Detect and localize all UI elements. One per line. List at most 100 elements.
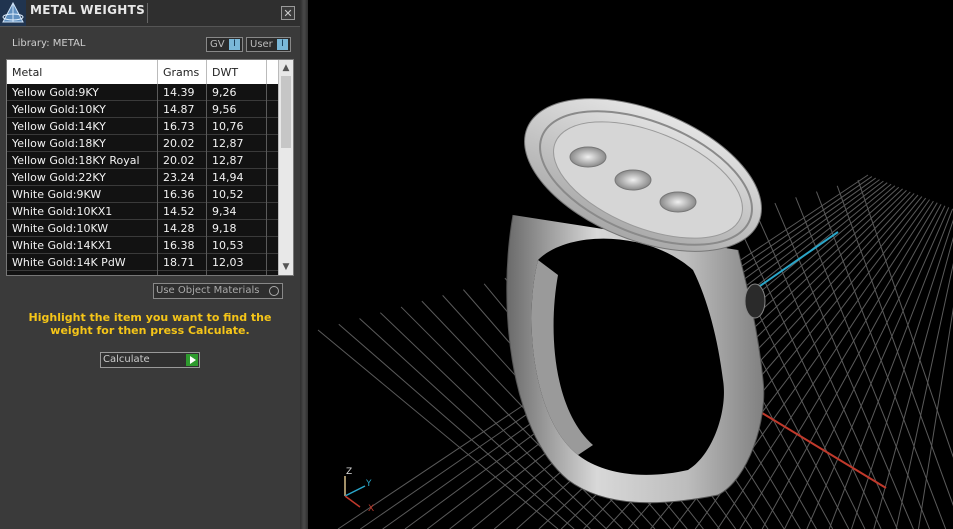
- gv-toggle[interactable]: GV I: [206, 37, 243, 52]
- gv-label: GV: [210, 39, 225, 50]
- row-divider: [157, 135, 158, 152]
- row-divider: [157, 101, 158, 118]
- row-divider: [266, 101, 267, 118]
- user-indicator-icon: I: [277, 39, 288, 50]
- hole: [569, 146, 607, 168]
- panel-title: METAL WEIGHTS: [30, 3, 146, 17]
- grams-cell: 16.36: [163, 188, 195, 201]
- row-divider: [206, 254, 207, 271]
- grams-cell: 14.39: [163, 86, 195, 99]
- row-divider: [157, 237, 158, 254]
- user-toggle[interactable]: User I: [246, 37, 291, 52]
- table-row[interactable]: White Gold:14KW 14.5? 9,3?: [7, 271, 279, 275]
- column-divider: [206, 60, 207, 84]
- table-scrollbar[interactable]: ▲ ▼: [278, 60, 293, 275]
- dwt-cell: 12,03: [212, 256, 244, 269]
- row-divider: [206, 186, 207, 203]
- viewport-canvas: Z Y X: [317, 98, 953, 529]
- row-divider: [266, 118, 267, 135]
- grams-cell: 20.02: [163, 154, 195, 167]
- titlebar: METAL WEIGHTS ✕: [0, 0, 300, 27]
- dwt-cell: 12,87: [212, 154, 244, 167]
- panel-splitter[interactable]: [300, 0, 308, 529]
- row-divider: [266, 254, 267, 271]
- row-divider: [266, 186, 267, 203]
- row-divider: [157, 118, 158, 135]
- row-divider: [206, 220, 207, 237]
- grid-line: [851, 219, 953, 529]
- table-row[interactable]: Yellow Gold:22KY 23.24 14,94: [7, 169, 279, 186]
- row-divider: [266, 169, 267, 186]
- axis-y-label: Y: [365, 479, 372, 489]
- hole: [659, 191, 697, 213]
- row-divider: [266, 135, 267, 152]
- pyramid-app-icon: [0, 0, 26, 26]
- row-divider: [266, 220, 267, 237]
- metal-cell: Yellow Gold:9KY: [12, 86, 99, 99]
- play-icon: [186, 354, 198, 366]
- row-divider: [157, 220, 158, 237]
- grams-cell: 14.28: [163, 222, 195, 235]
- grams-cell: 14.52: [163, 205, 195, 218]
- scroll-thumb[interactable]: [281, 76, 291, 148]
- scroll-down-icon[interactable]: ▼: [280, 261, 292, 273]
- dwt-cell: 9,26: [212, 86, 237, 99]
- close-icon: ✕: [283, 7, 293, 20]
- row-divider: [206, 271, 207, 275]
- row-divider: [266, 203, 267, 220]
- row-divider: [266, 271, 267, 275]
- table-row[interactable]: Yellow Gold:14KY 16.73 10,76: [7, 118, 279, 135]
- table-row[interactable]: White Gold:10KW 14.28 9,18: [7, 220, 279, 237]
- header-dwt[interactable]: DWT: [212, 66, 238, 79]
- dwt-cell: 10,76: [212, 120, 244, 133]
- table-body: Yellow Gold:9KY 14.39 9,26 Yellow Gold:10KY…: [7, 84, 279, 275]
- metal-cell: White Gold:14KW: [12, 273, 108, 275]
- 3d-viewport[interactable]: Z Y X: [308, 0, 953, 529]
- grams-cell: 23.24: [163, 171, 195, 184]
- grams-cell: 20.02: [163, 137, 195, 150]
- dwt-cell: 14,94: [212, 171, 244, 184]
- metal-cell: White Gold:9KW: [12, 188, 102, 201]
- metal-cell: White Gold:14KX1: [12, 239, 113, 252]
- grams-cell: 14.5?: [163, 273, 193, 275]
- row-divider: [266, 237, 267, 254]
- table-row[interactable]: Yellow Gold:10KY 14.87 9,56: [7, 101, 279, 118]
- scroll-up-icon[interactable]: ▲: [280, 62, 292, 74]
- hole: [614, 169, 652, 191]
- table-row[interactable]: Yellow Gold:9KY 14.39 9,26: [7, 84, 279, 101]
- metal-cell: White Gold:14K PdW: [12, 256, 126, 269]
- metal-cell: Yellow Gold:14KY: [12, 120, 106, 133]
- metal-cell: White Gold:10KW: [12, 222, 109, 235]
- gv-indicator-icon: I: [229, 39, 240, 50]
- grams-cell: 16.73: [163, 120, 195, 133]
- row-divider: [206, 84, 207, 101]
- header-grams[interactable]: Grams: [163, 66, 199, 79]
- table-row[interactable]: White Gold:9KW 16.36 10,52: [7, 186, 279, 203]
- row-divider: [266, 84, 267, 101]
- row-divider: [157, 152, 158, 169]
- column-divider: [266, 60, 267, 84]
- row-divider: [157, 203, 158, 220]
- radio-circle-icon: [269, 286, 279, 296]
- table-row[interactable]: White Gold:14KX1 16.38 10,53: [7, 237, 279, 254]
- user-label: User: [250, 39, 273, 50]
- metal-cell: Yellow Gold:22KY: [12, 171, 106, 184]
- table-row[interactable]: White Gold:14K PdW 18.71 12,03: [7, 254, 279, 271]
- grams-cell: 18.71: [163, 256, 195, 269]
- grid-line: [857, 179, 953, 458]
- row-divider: [206, 203, 207, 220]
- metal-table: Metal Grams DWT Yellow Gold:9KY 14.39 9,26…: [6, 59, 294, 276]
- close-button[interactable]: ✕: [281, 6, 295, 20]
- metal-weights-panel: METAL WEIGHTS ✕ Library: METAL GV I User…: [0, 0, 301, 529]
- table-row[interactable]: Yellow Gold:18KY 20.02 12,87: [7, 135, 279, 152]
- table-header: Metal Grams DWT: [7, 60, 279, 85]
- dwt-cell: 10,53: [212, 239, 244, 252]
- metal-cell: Yellow Gold:18KY Royal: [12, 154, 140, 167]
- header-metal[interactable]: Metal: [12, 66, 42, 79]
- axis-gizmo: Z Y X: [344, 467, 374, 514]
- table-row[interactable]: White Gold:10KX1 14.52 9,34: [7, 203, 279, 220]
- table-row[interactable]: Yellow Gold:18KY Royal 20.02 12,87: [7, 152, 279, 169]
- use-object-materials-button[interactable]: Use Object Materials: [153, 283, 283, 299]
- calculate-button[interactable]: Calculate: [100, 352, 200, 368]
- grid-line: [815, 191, 947, 529]
